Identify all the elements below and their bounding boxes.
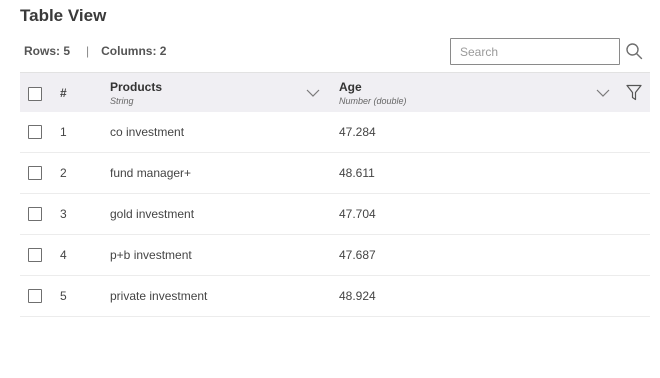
chevron-down-icon[interactable] <box>306 88 320 98</box>
data-table: # Products String Age Number (double) 1 … <box>20 72 650 317</box>
row-index: 5 <box>60 289 67 303</box>
row-index: 4 <box>60 248 67 262</box>
product-cell: gold investment <box>110 207 195 221</box>
table-meta: Rows: 5 | Columns: 2 <box>24 44 166 58</box>
table-row[interactable]: 2 fund manager+ 48.611 <box>20 153 650 194</box>
age-cell: 47.687 <box>339 248 376 262</box>
age-cell: 48.611 <box>339 166 375 180</box>
product-cell: private investment <box>110 289 208 303</box>
product-cell: co investment <box>110 125 185 139</box>
meta-separator: | <box>86 44 90 58</box>
search-icon[interactable] <box>625 42 643 60</box>
column-type: String <box>110 96 134 106</box>
filter-icon[interactable] <box>626 84 642 101</box>
column-header-age[interactable]: Age Number (double) <box>339 80 407 106</box>
search-input[interactable] <box>450 38 620 65</box>
rows-count: Rows: 5 <box>24 44 71 58</box>
table-header: # Products String Age Number (double) <box>20 72 650 112</box>
index-column-header: # <box>60 86 67 100</box>
product-cell: p+b investment <box>110 248 192 262</box>
row-checkbox[interactable] <box>28 248 42 262</box>
select-all-checkbox[interactable] <box>28 87 42 101</box>
chevron-down-icon[interactable] <box>596 88 610 98</box>
columns-count: Columns: 2 <box>101 44 167 58</box>
column-name: Age <box>339 80 362 94</box>
row-index: 3 <box>60 207 67 221</box>
column-type: Number (double) <box>339 96 407 106</box>
age-cell: 47.284 <box>339 125 376 139</box>
row-checkbox[interactable] <box>28 207 42 221</box>
age-cell: 47.704 <box>339 207 376 221</box>
row-checkbox[interactable] <box>28 125 42 139</box>
row-checkbox[interactable] <box>28 289 42 303</box>
age-cell: 48.924 <box>339 289 376 303</box>
row-index: 2 <box>60 166 67 180</box>
row-checkbox[interactable] <box>28 166 42 180</box>
column-header-products[interactable]: Products String <box>110 80 162 106</box>
row-index: 1 <box>60 125 67 139</box>
table-row[interactable]: 1 co investment 47.284 <box>20 112 650 153</box>
page-title: Table View <box>20 6 107 25</box>
product-cell: fund manager+ <box>110 166 192 180</box>
column-name: Products <box>110 80 163 94</box>
table-row[interactable]: 4 p+b investment 47.687 <box>20 235 650 276</box>
table-row[interactable]: 5 private investment 48.924 <box>20 276 650 317</box>
table-row[interactable]: 3 gold investment 47.704 <box>20 194 650 235</box>
